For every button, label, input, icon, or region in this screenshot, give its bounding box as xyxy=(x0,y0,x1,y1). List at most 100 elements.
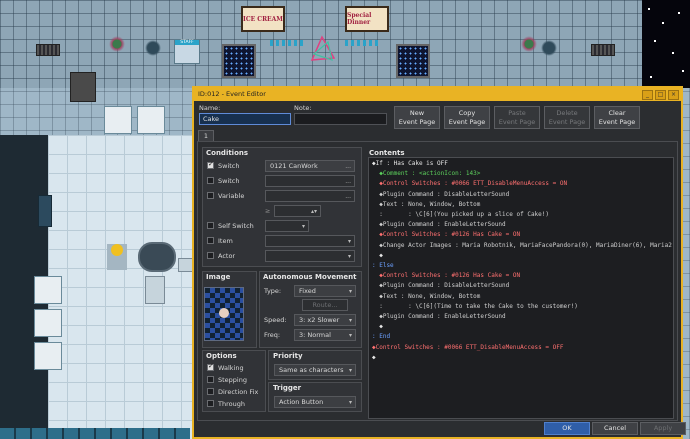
command-line[interactable]: ◆Control Switches : #0066 ETT_DisableMen… xyxy=(372,343,670,353)
type-label: Type: xyxy=(264,287,282,295)
chevron-down-icon: ▾ xyxy=(348,332,352,339)
map-counter xyxy=(34,342,62,370)
command-line[interactable]: ◆Text : None, Window, Bottom xyxy=(372,200,670,210)
command-line[interactable]: ◆Comment : <actionIcon: 143> xyxy=(372,169,670,179)
command-line[interactable]: ◆Control Switches : #0126 Has Cake = ON xyxy=(372,230,670,240)
map-counter xyxy=(34,309,62,337)
apply-button[interactable]: Apply xyxy=(640,422,686,435)
walking-checkbox[interactable] xyxy=(207,362,214,371)
ok-button[interactable]: OK xyxy=(544,422,590,435)
maximize-button[interactable]: □ xyxy=(655,90,666,100)
map-space xyxy=(642,0,690,88)
event-image-preview[interactable] xyxy=(204,287,244,341)
paste-event-page-button[interactable]: Paste Event Page xyxy=(494,106,540,129)
switch1-browse[interactable]: ... xyxy=(345,161,351,172)
freq-select[interactable]: 3: Normal ▾ xyxy=(294,329,356,341)
btn-line1: Copy xyxy=(458,109,476,117)
command-line[interactable]: : : \C[6](Time to take the Cake to the c… xyxy=(372,302,670,312)
command-line[interactable]: : : \C[6](You picked up a slice of Cake!… xyxy=(372,210,670,220)
trigger-value: Action Button xyxy=(279,398,324,406)
actor-checkbox[interactable] xyxy=(207,252,214,259)
command-line[interactable]: ◆ xyxy=(372,251,670,261)
minimize-button[interactable]: _ xyxy=(642,90,653,100)
new-event-page-button[interactable]: New Event Page xyxy=(394,106,440,129)
through-checkbox[interactable] xyxy=(207,400,214,407)
copy-event-page-button[interactable]: Copy Event Page xyxy=(444,106,490,129)
chevron-down-icon: ▾ xyxy=(301,223,305,230)
map-vent xyxy=(36,44,60,56)
type-value: Fixed xyxy=(299,287,316,295)
switch2-checkbox[interactable] xyxy=(207,177,214,184)
options-title: Options xyxy=(206,352,237,360)
route-button[interactable]: Route... xyxy=(302,299,348,311)
item-checkbox[interactable] xyxy=(207,237,214,244)
switch2-label: Switch xyxy=(218,177,240,185)
priority-select[interactable]: Same as characters ▾ xyxy=(274,364,356,376)
command-line[interactable]: ◆Change Actor Images : Maria Robotnik, M… xyxy=(372,241,672,251)
spin-icon: ▴▾ xyxy=(310,208,317,215)
command-line[interactable]: ◆Plugin Command : DisableLetterSound xyxy=(372,281,670,291)
btn-line1: Paste xyxy=(508,109,526,117)
direction-fix-checkbox[interactable] xyxy=(207,388,214,395)
command-line[interactable]: ◆Plugin Command : EnableLetterSound xyxy=(372,312,670,322)
map-floor xyxy=(48,135,198,439)
switch2-field[interactable]: ... xyxy=(265,175,355,187)
delete-event-page-button[interactable]: Delete Event Page xyxy=(544,106,590,129)
command-line[interactable]: ◆Plugin Command : EnableLetterSound xyxy=(372,220,670,230)
contents-list[interactable]: ◆If : Has Cake is OFF ◆Comment : <action… xyxy=(368,157,674,419)
variable-browse[interactable]: ... xyxy=(345,191,351,202)
cancel-button[interactable]: Cancel xyxy=(592,422,638,435)
map-sign-dinner-text: Special Dinner xyxy=(347,12,372,26)
switch1-checkbox[interactable] xyxy=(207,160,214,169)
btn-line1: New xyxy=(409,109,425,117)
actor-select[interactable]: ▾ xyxy=(265,250,355,262)
chevron-down-icon: ▾ xyxy=(348,367,352,374)
map-door: STAFF xyxy=(174,39,200,64)
command-line[interactable]: ◆If : Has Cake is OFF xyxy=(372,159,670,169)
chevron-down-icon: ▾ xyxy=(348,399,352,406)
self-switch-select[interactable]: ▾ xyxy=(265,220,309,232)
actor-label: Actor xyxy=(218,252,236,260)
name-input[interactable]: Cake xyxy=(199,113,291,125)
map-chair xyxy=(145,276,165,304)
command-line[interactable]: ◆Control Switches : #0066 ETT_DisableMen… xyxy=(372,179,670,189)
command-line[interactable]: : Else xyxy=(372,261,670,271)
triangle-icon xyxy=(310,35,336,61)
btn-line2: Event Page xyxy=(398,118,436,126)
map-vent xyxy=(591,44,615,56)
map-door-side xyxy=(38,195,52,227)
title-bar[interactable]: ID:012 - Event Editor _ □ × xyxy=(194,88,681,101)
variable-number[interactable]: ▴▾ xyxy=(274,205,321,217)
staff-label: STAFF xyxy=(175,40,199,45)
map-sign-icecream-text: ICE CREAM xyxy=(243,15,283,23)
switch1-label: Switch xyxy=(218,162,240,170)
variable-field[interactable]: ... xyxy=(265,190,355,202)
switch2-browse[interactable]: ... xyxy=(345,176,351,187)
command-line[interactable]: ◆Plugin Command : DisableLetterSound xyxy=(372,190,670,200)
self-switch-checkbox[interactable] xyxy=(207,222,214,229)
command-line[interactable]: ◆ xyxy=(372,353,670,363)
switch1-field[interactable]: 0121 CanWork... xyxy=(265,160,355,172)
command-line[interactable]: : End xyxy=(372,332,670,342)
command-line[interactable]: ◆Text : None, Window, Bottom xyxy=(372,292,670,302)
chevron-down-icon: ▾ xyxy=(348,288,352,295)
map-sign-icecream: ICE CREAM xyxy=(241,6,285,32)
clear-event-page-button[interactable]: Clear Event Page xyxy=(594,106,640,129)
variable-checkbox[interactable] xyxy=(207,192,214,199)
btn-line2: Event Page xyxy=(498,118,536,126)
trigger-select[interactable]: Action Button ▾ xyxy=(274,396,356,408)
stepping-checkbox[interactable] xyxy=(207,376,214,383)
variable-label: Variable xyxy=(218,192,245,200)
item-select[interactable]: ▾ xyxy=(265,235,355,247)
priority-title: Priority xyxy=(273,352,303,360)
type-select[interactable]: Fixed ▾ xyxy=(294,285,356,297)
command-line[interactable]: ◆ xyxy=(372,322,670,332)
speed-select[interactable]: 3: x2 Slower ▾ xyxy=(294,314,356,326)
map-sign-dinner: Special Dinner xyxy=(345,6,389,32)
image-title: Image xyxy=(206,273,231,281)
speed-label: Speed: xyxy=(264,316,287,324)
note-input[interactable] xyxy=(294,113,387,125)
chevron-down-icon: ▾ xyxy=(347,253,351,260)
command-line[interactable]: ◆Control Switches : #0126 Has Cake = ON xyxy=(372,271,670,281)
close-button[interactable]: × xyxy=(668,90,679,100)
